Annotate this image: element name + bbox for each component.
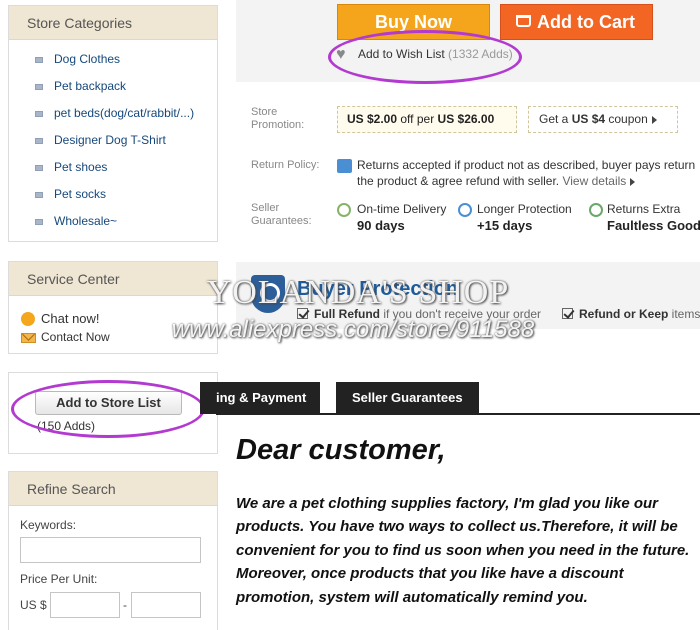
price-min-input[interactable]: [50, 592, 120, 618]
keywords-label: Keywords:: [20, 518, 77, 532]
description-paragraph: We are a pet clothing supplies factory, …: [236, 495, 690, 606]
return-policy-label: Return Policy:: [251, 159, 320, 171]
store-promotion-label-line1: Store: [251, 106, 278, 118]
coupon2-suffix: coupon: [605, 112, 648, 126]
category-bullet-icon: [35, 219, 43, 225]
highlight-oval-store-list: [11, 380, 205, 438]
return-policy-line2-text: the product & agree refund with seller.: [357, 174, 560, 188]
keywords-input[interactable]: [20, 537, 201, 563]
chat-now-label: Chat now!: [41, 311, 100, 326]
watermark-store-url: www.aliexpress.com/store/911588: [171, 316, 535, 343]
guarantee-returns-title: Returns Extra: [607, 202, 681, 216]
description-heading: Dear customer,: [236, 434, 446, 466]
triangle-right-icon: [651, 115, 657, 124]
guarantee-ontime-title: On-time Delivery: [357, 202, 447, 216]
return-policy-line1: Returns accepted if product not as descr…: [357, 158, 696, 172]
return-icon: [337, 159, 352, 173]
refund-or-keep-bold: Refund or Keep: [579, 307, 669, 321]
guarantee-ontime-value: 90 days: [357, 218, 405, 233]
category-bullet-icon: [35, 192, 43, 198]
add-to-cart-button[interactable]: Add to Cart: [500, 4, 653, 40]
store-categories-title: Store Categories: [9, 6, 217, 40]
category-item-pet-shoes[interactable]: Pet shoes: [9, 154, 217, 181]
view-details-link[interactable]: View details: [562, 174, 636, 188]
refund-or-keep-text: items: [668, 307, 700, 321]
coupon-mid-text: off per: [397, 112, 438, 126]
category-label: Pet shoes: [54, 160, 108, 174]
category-label: Designer Dog T-Shirt: [54, 133, 166, 147]
triangle-right-icon: [630, 177, 636, 186]
coupon-amount: US $2.00: [347, 112, 398, 126]
category-bullet-icon: [35, 138, 43, 144]
refine-search-panel: Refine Search Keywords: Price Per Unit: …: [8, 471, 218, 630]
category-item-designer-dog-tshirt[interactable]: Designer Dog T-Shirt: [9, 127, 217, 154]
guarantee-protection-value: +15 days: [477, 218, 533, 233]
seller-guarantees-line1: Seller: [251, 202, 280, 214]
category-item-dog-clothes[interactable]: Dog Clothes: [9, 46, 217, 73]
category-bullet-icon: [35, 84, 43, 90]
tab-seller-guarantees[interactable]: Seller Guarantees: [336, 382, 479, 414]
chat-icon: [21, 312, 35, 326]
add-to-cart-label: Add to Cart: [537, 12, 635, 32]
seller-guarantees-label: Seller Guarantees:: [251, 202, 312, 228]
clock-icon: [337, 203, 351, 217]
category-label: pet beds(dog/cat/rabbit/...): [54, 106, 195, 120]
store-categories-panel: Store Categories Dog Clothes Pet backpac…: [8, 5, 218, 242]
get-coupon-button[interactable]: Get a US $4 coupon: [528, 106, 678, 133]
return-arrow-icon: [589, 203, 603, 217]
guarantee-returns-value: Faultless Goods: [607, 218, 700, 233]
category-label: Dog Clothes: [54, 52, 121, 66]
category-bullet-icon: [35, 111, 43, 117]
currency-prefix: US $: [20, 598, 47, 612]
category-item-pet-beds[interactable]: pet beds(dog/cat/rabbit/...): [9, 100, 217, 127]
store-coupon-discount: US $2.00 off per US $26.00: [337, 106, 517, 133]
price-max-input[interactable]: [131, 592, 201, 618]
category-label: Pet backpack: [54, 79, 127, 93]
store-promotion-label: Store Promotion:: [251, 106, 304, 132]
guarantee-protection-title: Longer Protection: [477, 202, 572, 216]
shield-check-icon: [458, 203, 472, 217]
category-label: Pet socks: [54, 187, 107, 201]
price-range-separator: -: [123, 598, 127, 612]
return-policy-line2: the product & agree refund with seller. …: [357, 174, 636, 188]
watermark-shop-name: YOLANDA'S SHOP: [206, 274, 510, 311]
highlight-oval-wish-list: [328, 30, 522, 84]
price-per-unit-label: Price Per Unit:: [20, 572, 98, 586]
category-list: Dog Clothes Pet backpack pet beds(dog/ca…: [9, 40, 217, 243]
category-item-pet-socks[interactable]: Pet socks: [9, 181, 217, 208]
category-item-pet-backpack[interactable]: Pet backpack: [9, 73, 217, 100]
category-bullet-icon: [35, 165, 43, 171]
category-item-wholesale[interactable]: Wholesale~: [9, 208, 217, 235]
coupon2-prefix: Get a: [539, 112, 572, 126]
coupon-threshold: US $26.00: [437, 112, 495, 126]
view-details-label: View details: [562, 174, 627, 188]
seller-guarantees-line2: Guarantees:: [251, 215, 312, 227]
tab-shipping-payment[interactable]: ing & Payment: [200, 382, 321, 414]
cart-icon: [516, 15, 531, 27]
category-bullet-icon: [35, 57, 43, 63]
contact-now-label: Contact Now: [41, 330, 110, 344]
refine-search-title: Refine Search: [9, 472, 217, 506]
mail-icon: [21, 333, 36, 343]
store-promotion-label-line2: Promotion:: [251, 119, 305, 131]
coupon2-value: US $4: [571, 112, 606, 126]
category-label: Wholesale~: [54, 214, 118, 228]
